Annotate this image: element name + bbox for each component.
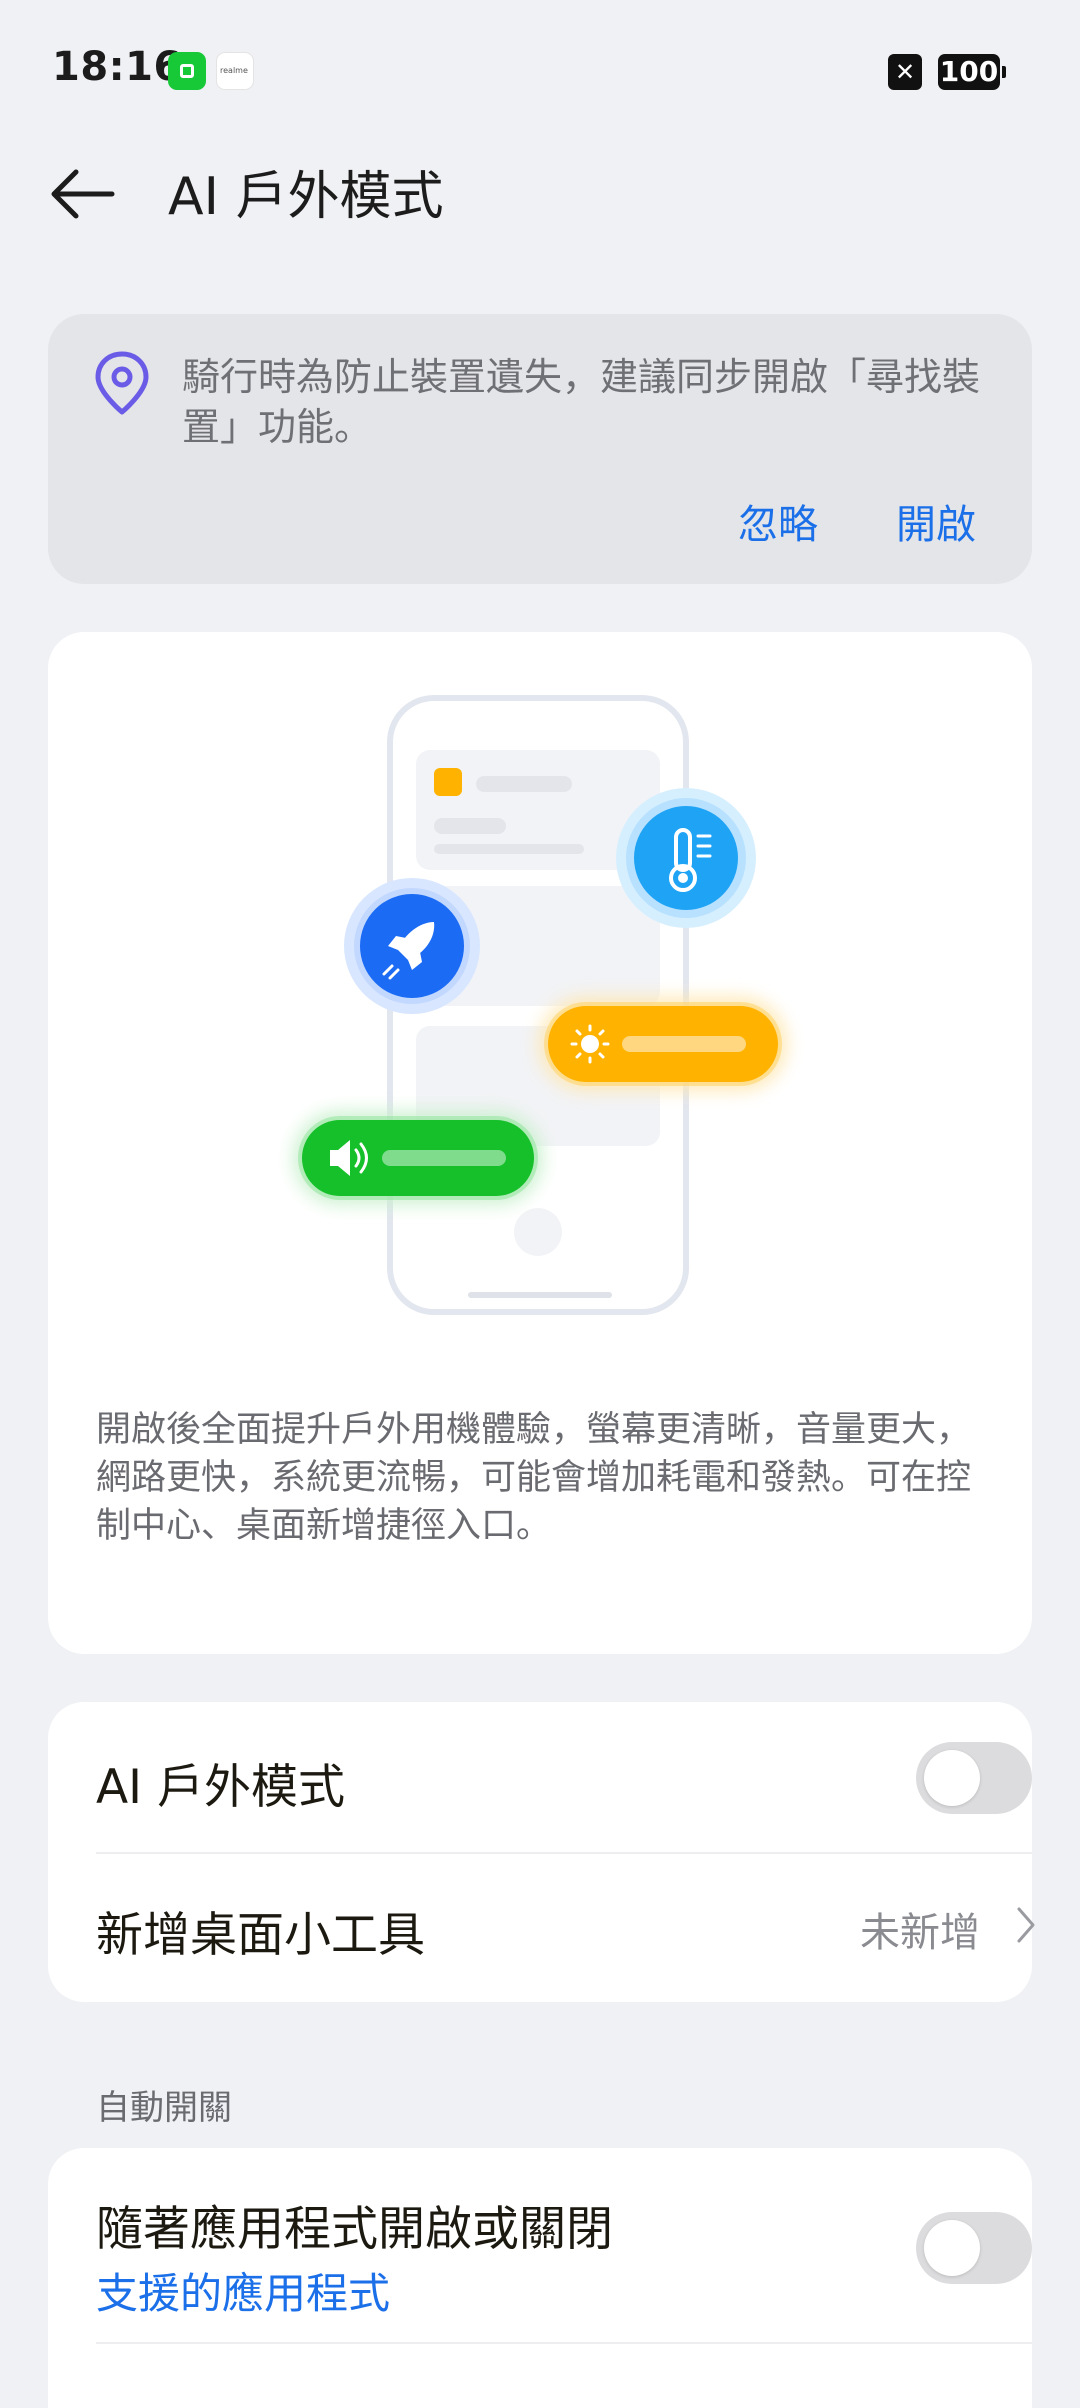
section-title-auto-switch: 自動開關 bbox=[96, 2088, 232, 2128]
realme-app-label: realme bbox=[220, 66, 248, 75]
realme-app-icon: realme bbox=[216, 52, 254, 90]
sun-icon bbox=[538, 996, 788, 1092]
outdoor-mode-row[interactable]: AI 戶外模式 bbox=[96, 1702, 1032, 1852]
settings-card: AI 戶外模式 新增桌面小工具 未新增 bbox=[48, 1702, 1035, 2002]
ignore-button[interactable]: 忽略 bbox=[738, 492, 818, 550]
status-time: 18:16 bbox=[52, 44, 182, 90]
speaker-icon bbox=[292, 1110, 544, 1206]
toggle-knob bbox=[924, 1750, 980, 1806]
x-box-icon: ✕ bbox=[888, 54, 922, 90]
outdoor-mode-illustration bbox=[292, 695, 788, 1315]
chevron-right-icon bbox=[1017, 1907, 1035, 1943]
outdoor-mode-label: AI 戶外模式 bbox=[96, 1760, 345, 1815]
add-widget-status: 未新增 bbox=[860, 1910, 980, 1956]
accent-square bbox=[434, 768, 462, 796]
page-title: AI 戶外模式 bbox=[168, 167, 444, 227]
notice-message: 騎行時為防止裝置遺失，建議同步開啟「尋找裝置」功能。 bbox=[182, 355, 981, 449]
follow-apps-row[interactable]: 隨著應用程式開啟或關閉 支援的應用程式 bbox=[96, 2148, 1032, 2338]
supported-apps-link[interactable]: 支援的應用程式 bbox=[96, 2260, 390, 2321]
outdoor-mode-toggle[interactable] bbox=[916, 1742, 1032, 1814]
add-widget-row[interactable]: 新增桌面小工具 未新增 bbox=[96, 1854, 1035, 2000]
find-device-notice: 騎行時為防止裝置遺失，建議同步開啟「尋找裝置」功能。 忽略 開啟 bbox=[48, 314, 1032, 584]
auto-switch-card: 隨著應用程式開啟或關閉 支援的應用程式 bbox=[48, 2148, 1032, 2408]
follow-apps-toggle[interactable] bbox=[916, 2212, 1032, 2284]
add-widget-label: 新增桌面小工具 bbox=[96, 1908, 425, 1963]
toggle-knob bbox=[924, 2220, 980, 2276]
battery-indicator: 100 bbox=[938, 54, 1006, 90]
divider bbox=[96, 2342, 1032, 2344]
green-app-icon bbox=[168, 52, 206, 90]
location-pin-icon bbox=[95, 351, 149, 415]
arrow-left-icon bbox=[51, 169, 115, 219]
back-button[interactable] bbox=[48, 146, 118, 242]
status-bar: 18:16 realme ✕ 100 bbox=[0, 0, 1080, 140]
rocket-icon bbox=[344, 878, 480, 1014]
feature-description: 開啟後全面提升戶外用機體驗，螢幕更清晰，音量更大，網路更快，系統更流暢，可能會增… bbox=[96, 1410, 972, 1546]
follow-apps-label: 隨著應用程式開啟或關閉 bbox=[96, 2202, 613, 2257]
open-button[interactable]: 開啟 bbox=[896, 492, 976, 550]
outdoor-mode-illustration-card: 開啟後全面提升戶外用機體驗，螢幕更清晰，音量更大，網路更快，系統更流暢，可能會增… bbox=[48, 632, 1032, 1654]
thermometer-icon bbox=[616, 788, 756, 928]
